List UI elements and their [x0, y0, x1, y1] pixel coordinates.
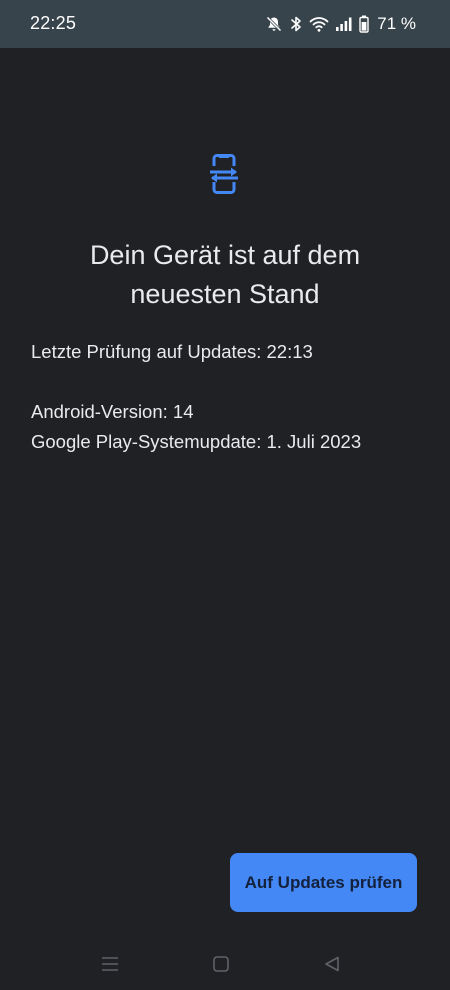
bluetooth-icon — [289, 15, 303, 33]
status-icons: 71 % — [265, 12, 416, 36]
mute-icon — [265, 15, 283, 33]
navigation-bar — [0, 940, 450, 990]
battery-percentage: 71 % — [377, 14, 416, 33]
play-system-update-text: Google Play-Systemupdate: 1. Juli 2023 — [31, 431, 362, 452]
back-icon[interactable] — [320, 952, 344, 976]
system-update-icon — [207, 154, 241, 194]
battery-icon — [359, 15, 369, 33]
last-check-text: Letzte Prüfung auf Updates: 22:13 — [31, 341, 313, 362]
update-screen: Dein Gerät ist auf dem neuesten Stand Le… — [0, 48, 450, 990]
status-time: 22:25 — [30, 13, 77, 33]
menu-icon[interactable] — [98, 952, 122, 976]
home-icon[interactable] — [209, 952, 233, 976]
status-title: Dein Gerät ist auf dem neuesten Stand — [89, 240, 361, 310]
android-version-text: Android-Version: 14 — [31, 401, 194, 422]
signal-icon — [335, 16, 353, 32]
check-updates-button[interactable]: Auf Updates prüfen — [230, 853, 417, 912]
status-bar: 22:25 71 % — [0, 0, 450, 48]
wifi-icon — [309, 15, 329, 33]
